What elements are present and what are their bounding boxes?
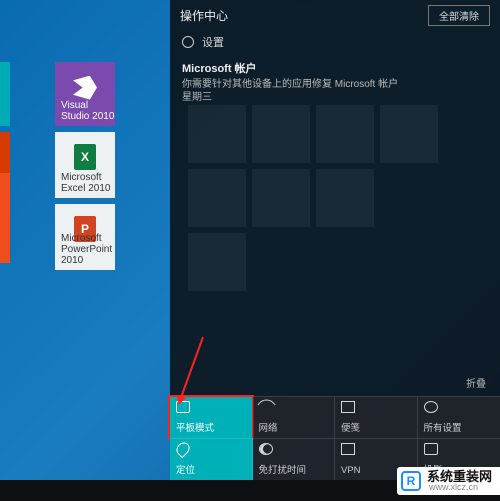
tile-label: Microsoft PowerPoint 2010 — [61, 233, 115, 266]
tile-powerpoint[interactable]: Microsoft PowerPoint 2010 — [55, 204, 115, 270]
watermark-logo-icon: R — [401, 471, 421, 491]
tile-get-office[interactable]: 在你的手机和平板电脑上获取 Office 获取 Office — [0, 173, 10, 263]
office-promo-text: 在你的手机和平板电脑上获取 Office — [0, 191, 4, 226]
quick-action-note[interactable]: 便笺 — [335, 396, 418, 438]
quick-action-network[interactable]: 网络 — [253, 396, 336, 438]
quick-action-label: 网络 — [259, 420, 329, 434]
quick-action-label: 免打扰时间 — [259, 462, 329, 476]
vpn-icon — [341, 443, 355, 455]
project-icon — [424, 443, 438, 455]
note-icon — [341, 401, 355, 413]
tile-excel[interactable]: Microsoft Excel 2010 — [55, 132, 115, 198]
action-center-header: 操作中心 全部清除 — [170, 0, 500, 30]
start-menu-tiles: 电影和视频 在你的手机和平板电脑上获取 Office 获取 Office Vis… — [0, 0, 170, 310]
action-center-title: 操作中心 — [180, 7, 228, 24]
action-center-panel: 操作中心 全部清除 设置 Microsoft 帐户 你需要针对其他设备上的应用修… — [170, 0, 500, 480]
quick-action-label: 定位 — [176, 462, 246, 476]
tile-label: Visual Studio 2010 — [61, 100, 115, 122]
quick-action-label: 所有设置 — [424, 420, 495, 434]
quick-action-location[interactable]: 定位 — [170, 438, 253, 480]
gear-icon — [424, 401, 438, 413]
settings-label: 设置 — [202, 34, 224, 50]
excel-icon — [74, 144, 96, 170]
watermark: R 系统重装网 www.xlcz.cn — [397, 467, 500, 495]
quick-action-label: 平板模式 — [176, 420, 246, 434]
watermark-url: www.xlcz.cn — [429, 483, 492, 492]
visual-studio-icon — [73, 76, 97, 100]
clear-all-button[interactable]: 全部清除 — [428, 5, 490, 26]
moon-icon — [259, 443, 273, 455]
tile-visual-studio[interactable]: Visual Studio 2010 — [55, 62, 115, 126]
notification-time: 星期三 — [182, 91, 488, 104]
quick-action-all-settings[interactable]: 所有设置 — [418, 396, 500, 438]
location-pin-icon — [174, 440, 192, 458]
gear-icon — [182, 36, 194, 48]
notification-title: Microsoft 帐户 — [182, 60, 488, 76]
quick-action-label: 便笺 — [341, 420, 411, 434]
tile-movies-tv[interactable]: 电影和视频 — [0, 62, 10, 126]
settings-notification-header[interactable]: 设置 — [170, 30, 500, 54]
notification-body: 你需要针对其他设备上的应用修复 Microsoft 帐户 — [182, 78, 488, 91]
tile-label: Microsoft Excel 2010 — [61, 172, 115, 194]
collapse-button[interactable]: 折叠 — [466, 375, 486, 390]
quick-action-quiet-hours[interactable]: 免打扰时间 — [253, 438, 336, 480]
wifi-icon — [259, 401, 273, 413]
